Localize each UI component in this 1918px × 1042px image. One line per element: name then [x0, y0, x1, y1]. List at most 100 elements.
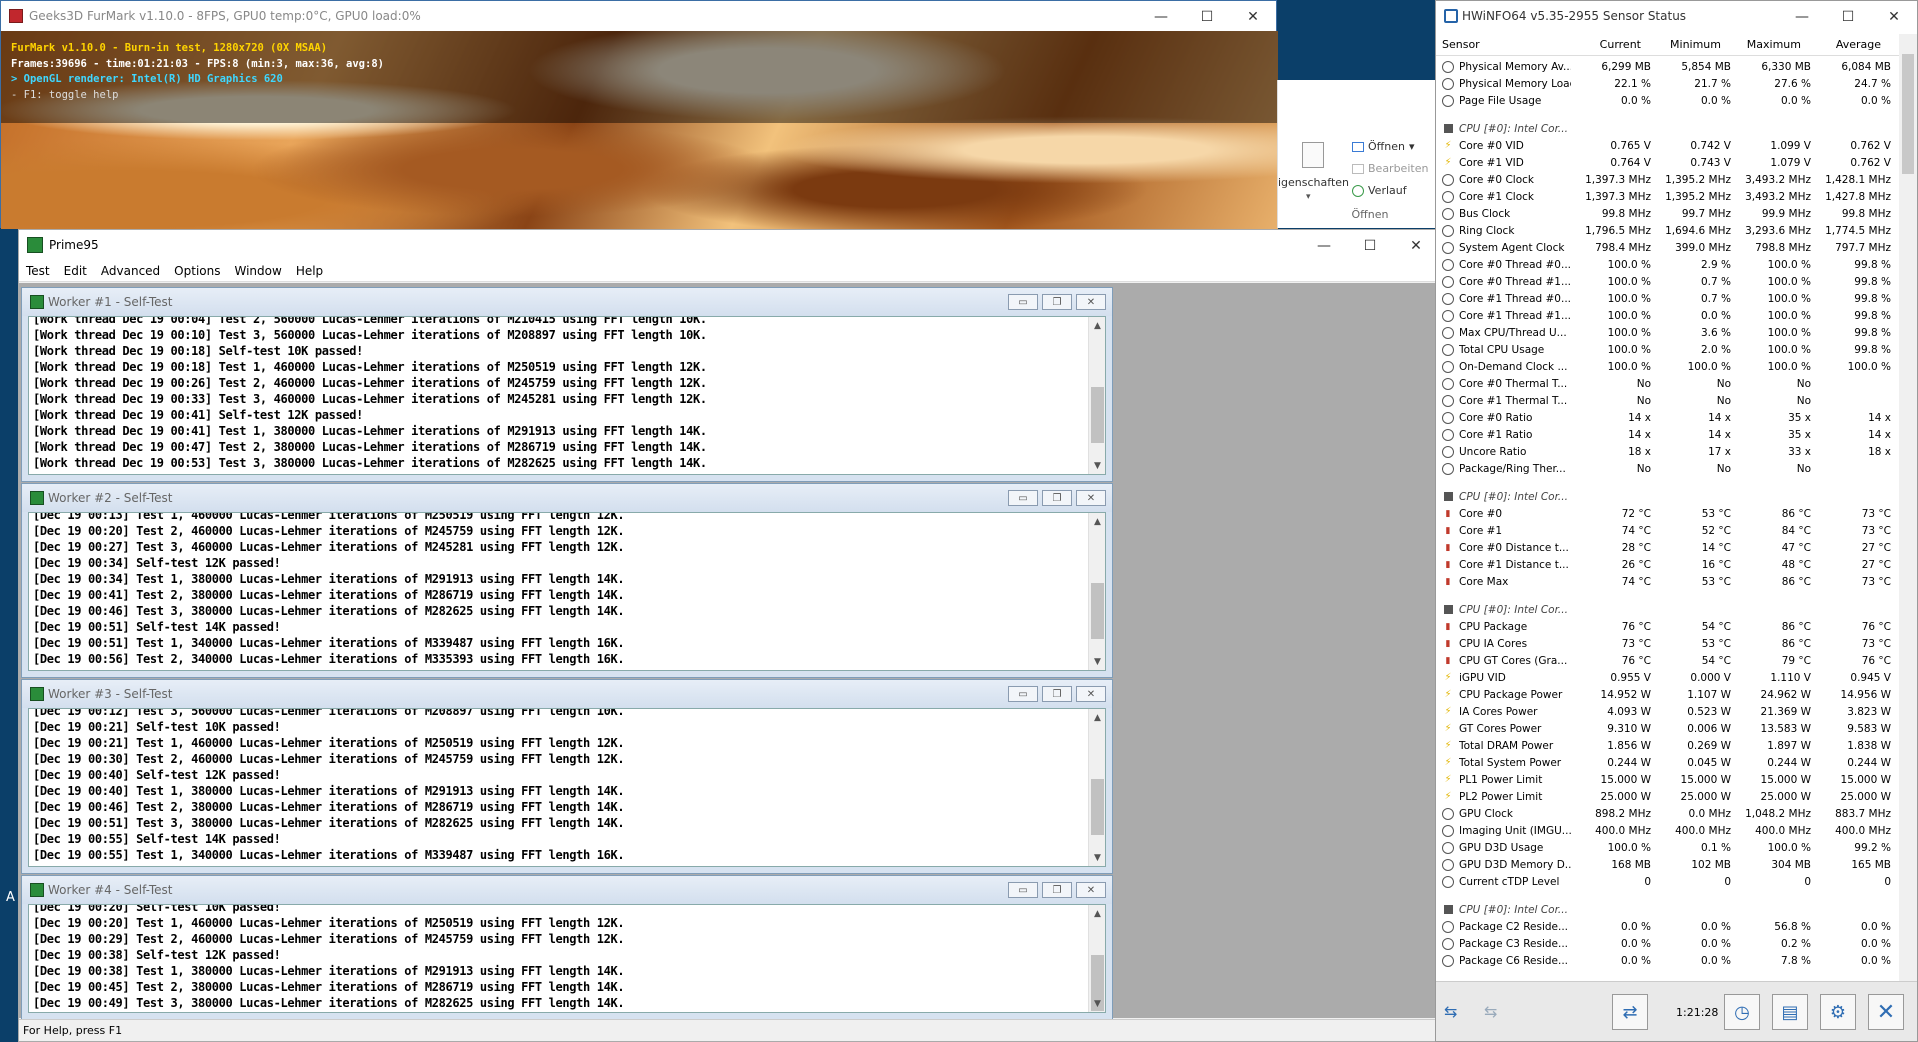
sensor-row[interactable]: Core #0 Thread #0... 100.0 % 2.9 % 100.0 % 9… — [1436, 256, 1899, 273]
hwinfo-window[interactable]: HWiNFO64 v5.35-2955 Sensor Status — ☐ ✕ Se… — [1435, 0, 1918, 1042]
hwinfo-titlebar[interactable]: HWiNFO64 v5.35-2955 Sensor Status — ☐ ✕ — [1436, 1, 1917, 31]
close-icon[interactable]: ✕ — [1076, 294, 1106, 310]
prime95-titlebar[interactable]: Prime95 — ☐ ✕ — [19, 230, 1439, 260]
sensor-row[interactable]: Bus Clock 99.8 MHz 99.7 MHz 99.9 MHz 99.8 MH… — [1436, 205, 1899, 222]
settings-icon[interactable]: ⚙ — [1820, 994, 1856, 1030]
col-header-current[interactable]: Current — [1566, 34, 1641, 55]
menu-test[interactable]: Test — [19, 264, 57, 278]
log-scrollbar[interactable]: ▲ ▼ — [1088, 513, 1105, 670]
close-icon[interactable]: ✕ — [1076, 686, 1106, 702]
worker-window[interactable]: Worker #1 - Self-Test ▭ ❐ ✕ [Work thread Dec… — [21, 287, 1113, 482]
open-button[interactable]: Öffnen ▾ — [1352, 140, 1414, 153]
restore-icon[interactable]: ❐ — [1042, 686, 1072, 702]
sensor-row[interactable]: ▮ Core #0 Distance t... 28 °C 14 °C 47 °C 27 … — [1436, 539, 1899, 556]
sensor-row[interactable]: ⚡ Total System Power 0.244 W 0.045 W 0.244 W… — [1436, 754, 1899, 771]
maximize-icon[interactable]: ☐ — [1347, 230, 1393, 261]
sensor-row[interactable]: ⚡ GT Cores Power 9.310 W 0.006 W 13.583 W 9.5… — [1436, 720, 1899, 737]
sensor-group-row[interactable]: CPU [#0]: Intel Cor... — [1436, 488, 1899, 505]
sensor-row[interactable]: Core #1 Thermal T... No No No — [1436, 392, 1899, 409]
worker-log[interactable]: [Dec 19 00:20] Self-test 10K passed! [Dec… — [28, 904, 1106, 1013]
sensor-row[interactable]: ▮ CPU GT Cores (Gra... 76 °C 54 °C 79 °C 76 °… — [1436, 652, 1899, 669]
log-scrollbar[interactable]: ▲ ▼ — [1088, 709, 1105, 866]
sensor-row[interactable]: ⚡ Total DRAM Power 1.856 W 0.269 W 1.897 W 1.… — [1436, 737, 1899, 754]
properties-icon[interactable] — [1302, 142, 1324, 168]
close-icon[interactable]: ✕ — [1230, 1, 1276, 32]
worker-window[interactable]: Worker #4 - Self-Test ▭ ❐ ✕ [Dec 19 00:20] S… — [21, 875, 1113, 1020]
close-icon[interactable]: ✕ — [1871, 1, 1917, 32]
scroll-down-icon[interactable]: ▼ — [1089, 849, 1105, 866]
minimize-icon[interactable]: ▭ — [1008, 882, 1038, 898]
sensor-row[interactable]: Core #1 Thread #1... 100.0 % 0.0 % 100.0 % 9… — [1436, 307, 1899, 324]
history-button[interactable]: Verlauf — [1352, 184, 1407, 197]
menu-window[interactable]: Window — [227, 264, 288, 278]
minimize-icon[interactable]: — — [1301, 230, 1347, 261]
sensor-row[interactable]: Core #1 Clock 1,397.3 MHz 1,395.2 MHz 3,493… — [1436, 188, 1899, 205]
log-scrollbar[interactable]: ▲ ▼ — [1088, 317, 1105, 474]
menu-help[interactable]: Help — [289, 264, 330, 278]
sensor-row[interactable]: Package/Ring Ther... No No No — [1436, 460, 1899, 477]
sensor-row[interactable]: System Agent Clock 798.4 MHz 399.0 MHz 798.… — [1436, 239, 1899, 256]
scrollbar-thumb[interactable] — [1902, 54, 1914, 174]
maximize-icon[interactable]: ☐ — [1825, 1, 1871, 32]
col-header-average[interactable]: Average — [1801, 34, 1881, 55]
worker-titlebar[interactable]: Worker #3 - Self-Test ▭ ❐ ✕ — [22, 680, 1112, 708]
sensor-row[interactable]: ▮ CPU Package 76 °C 54 °C 86 °C 76 °C — [1436, 618, 1899, 635]
properties-label[interactable]: igenschaften — [1278, 176, 1349, 189]
worker-log[interactable]: [Work thread Dec 19 00:04] Test 2, 56000… — [28, 316, 1106, 475]
sensor-row[interactable]: Core #1 Ratio 14 x 14 x 35 x 14 x — [1436, 426, 1899, 443]
sensor-group-row[interactable]: CPU [#0]: Intel Cor... — [1436, 601, 1899, 618]
sensor-row[interactable]: Package C2 Reside... 0.0 % 0.0 % 56.8 % 0.0 … — [1436, 918, 1899, 935]
restore-icon[interactable]: ❐ — [1042, 294, 1072, 310]
close-icon[interactable]: ✕ — [1076, 490, 1106, 506]
sensor-row[interactable]: ⚡ iGPU VID 0.955 V 0.000 V 1.110 V 0.945 V — [1436, 669, 1899, 686]
menu-advanced[interactable]: Advanced — [94, 264, 167, 278]
sensor-row[interactable]: ⚡ Core #0 VID 0.765 V 0.742 V 1.099 V 0.762 V — [1436, 137, 1899, 154]
edit-button[interactable]: Bearbeiten — [1352, 162, 1428, 175]
sensor-row[interactable]: Uncore Ratio 18 x 17 x 33 x 18 x — [1436, 443, 1899, 460]
sensor-row[interactable]: Package C3 Reside... 0.0 % 0.0 % 0.2 % 0.0 % — [1436, 935, 1899, 952]
furmark-window[interactable]: Geeks3D FurMark v1.10.0 - 8FPS, GPU0 tem… — [0, 0, 1278, 229]
sensor-row[interactable]: GPU Clock 898.2 MHz 0.0 MHz 1,048.2 MHz 883.… — [1436, 805, 1899, 822]
sensor-row[interactable]: ⚡ CPU Package Power 14.952 W 1.107 W 24.962 … — [1436, 686, 1899, 703]
menu-edit[interactable]: Edit — [57, 264, 94, 278]
sensor-row[interactable]: GPU D3D Usage 100.0 % 0.1 % 100.0 % 99.2 % — [1436, 839, 1899, 856]
minimize-icon[interactable]: ▭ — [1008, 686, 1038, 702]
worker-log[interactable]: [Dec 19 00:13] Test 1, 460000 Lucas-Lehm… — [28, 512, 1106, 671]
worker-titlebar[interactable]: Worker #1 - Self-Test ▭ ❐ ✕ — [22, 288, 1112, 316]
sensor-row[interactable]: ▮ Core #1 Distance t... 26 °C 16 °C 48 °C 27 … — [1436, 556, 1899, 573]
sensor-group-row[interactable]: CPU [#0]: Intel Cor... — [1436, 120, 1899, 137]
scroll-up-icon[interactable]: ▲ — [1089, 905, 1105, 922]
sensor-row[interactable]: ▮ Core #0 72 °C 53 °C 86 °C 73 °C — [1436, 505, 1899, 522]
chevron-down-icon[interactable]: ▾ — [1306, 192, 1311, 202]
report-icon[interactable]: ▤ — [1772, 994, 1808, 1030]
minimize-icon[interactable]: — — [1779, 1, 1825, 32]
close-icon[interactable]: ✕ — [1393, 230, 1439, 261]
sensor-row[interactable]: Core #0 Ratio 14 x 14 x 35 x 14 x — [1436, 409, 1899, 426]
scrollbar-thumb[interactable] — [1091, 583, 1104, 639]
log-scrollbar[interactable]: ▲ ▼ — [1088, 905, 1105, 1012]
nav-arrows-icon[interactable]: ⇆ — [1444, 1002, 1457, 1021]
sensor-row[interactable]: Current cTDP Level 0 0 0 0 — [1436, 873, 1899, 890]
sensor-row[interactable]: ⚡ PL1 Power Limit 15.000 W 15.000 W 15.000 W… — [1436, 771, 1899, 788]
sensor-row[interactable]: ⚡ Core #1 VID 0.764 V 0.743 V 1.079 V 0.762 V — [1436, 154, 1899, 171]
sensor-row[interactable]: ▮ Core Max 74 °C 53 °C 86 °C 73 °C — [1436, 573, 1899, 590]
sensor-row[interactable]: On-Demand Clock ... 100.0 % 100.0 % 100.0 %… — [1436, 358, 1899, 375]
sensor-row[interactable]: GPU D3D Memory D... 168 MB 102 MB 304 MB 165… — [1436, 856, 1899, 873]
close-icon[interactable]: ✕ — [1868, 994, 1904, 1030]
sensor-row[interactable]: Physical Memory Av... 6,299 MB 5,854 MB 6,3… — [1436, 58, 1899, 75]
furmark-titlebar[interactable]: Geeks3D FurMark v1.10.0 - 8FPS, GPU0 tem… — [1, 1, 1276, 31]
col-header-minimum[interactable]: Minimum — [1641, 34, 1721, 55]
sensor-row[interactable]: ▮ CPU IA Cores 73 °C 53 °C 86 °C 73 °C — [1436, 635, 1899, 652]
col-header-maximum[interactable]: Maximum — [1721, 34, 1801, 55]
sensor-row[interactable]: Max CPU/Thread U... 100.0 % 3.6 % 100.0 % 99… — [1436, 324, 1899, 341]
sensor-row[interactable]: Total CPU Usage 100.0 % 2.0 % 100.0 % 99.8 % — [1436, 341, 1899, 358]
sensor-row[interactable]: ⚡ IA Cores Power 4.093 W 0.523 W 21.369 W 3.8… — [1436, 703, 1899, 720]
scroll-down-icon[interactable]: ▼ — [1089, 457, 1105, 474]
scroll-up-icon[interactable]: ▲ — [1089, 317, 1105, 334]
scroll-down-icon[interactable]: ▼ — [1089, 653, 1105, 670]
sensor-table[interactable]: Physical Memory Av... 6,299 MB 5,854 MB 6,3… — [1436, 58, 1899, 983]
close-icon[interactable]: ✕ — [1076, 882, 1106, 898]
sensor-group-row[interactable]: CPU [#0]: Intel Cor... — [1436, 901, 1899, 918]
scrollbar-thumb[interactable] — [1091, 387, 1104, 443]
scrollbar-thumb[interactable] — [1091, 779, 1104, 835]
